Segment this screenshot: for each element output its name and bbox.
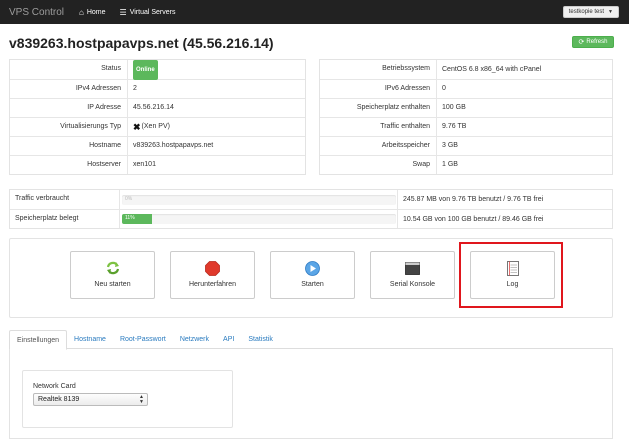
page-title: v839263.hostpapavps.net (45.56.216.14) (9, 35, 274, 51)
refresh-icon: ⟳ (578, 39, 585, 46)
disk-usage-row: Speicherplatz belegt 11% 10.54 GB von 10… (10, 209, 612, 228)
status-badge: Online (133, 59, 158, 80)
virtualization-type: (Xen PV) (141, 123, 170, 130)
network-card-label: Network Card (33, 383, 76, 390)
info-value: xen101 (133, 161, 156, 168)
shutdown-button[interactable]: Herunterfahren (170, 251, 255, 299)
tab-root-passwort[interactable]: Root-Passwort (113, 330, 173, 349)
usage-text: 245.87 MB von 9.76 TB benutzt / 9.76 TB … (403, 196, 544, 203)
start-button[interactable]: Starten (270, 251, 355, 299)
settings-tabs: Einstellungen Hostname Root-Passwort Net… (9, 330, 613, 350)
user-menu[interactable]: testkopie test ▼ (562, 6, 619, 18)
progress-text: 11% (125, 215, 135, 221)
nav-home[interactable]: ⌂ Home (79, 8, 106, 17)
info-key: Speicherplatz enthalten (320, 99, 437, 117)
info-key: Betriebssystem (320, 60, 437, 79)
info-value: 45.56.216.14 (133, 104, 174, 111)
usage-label: Speicherplatz belegt (10, 210, 120, 228)
info-key: Swap (320, 156, 437, 174)
network-card-select[interactable]: Realtek 8139 ▲ ▼ (33, 393, 148, 406)
start-label: Starten (301, 281, 324, 288)
table-row: Swap 1 GB (320, 155, 612, 174)
info-value: 2 (133, 85, 137, 92)
restart-icon (106, 260, 120, 276)
brand[interactable]: VPS Control (9, 7, 71, 18)
disk-progress-bar: 11% (122, 214, 396, 224)
settings-panel: Network Card Realtek 8139 ▲ ▼ (9, 349, 613, 439)
select-arrows-icon: ▲ ▼ (139, 394, 144, 405)
server-info-table: Status Online IPv4 Adressen 2 IP Adresse… (9, 59, 306, 175)
tab-api[interactable]: API (216, 330, 241, 349)
table-row: Virtualisierungs Typ ✖ (Xen PV) (10, 117, 305, 136)
log-highlight-box (459, 242, 563, 308)
table-row: Speicherplatz enthalten 100 GB (320, 98, 612, 117)
table-row: Status Online (10, 59, 305, 80)
info-key: IPv6 Adressen (320, 80, 437, 98)
info-key: Hostserver (10, 156, 128, 174)
list-icon: ☰ (119, 7, 127, 17)
nav-virtual-servers[interactable]: ☰ Virtual Servers (120, 8, 176, 17)
console-icon (405, 260, 420, 276)
info-value: ✖ (Xen PV) (128, 118, 170, 136)
refresh-label: Refresh (586, 39, 608, 45)
info-value: 1 GB (442, 161, 458, 168)
table-row: IPv4 Adressen 2 (10, 79, 305, 98)
info-value: 100 GB (442, 104, 466, 111)
usage-table: Traffic verbraucht 0% 245.87 MB von 9.76… (9, 189, 613, 229)
table-row: Traffic enthalten 9.76 TB (320, 117, 612, 136)
table-row: Betriebssystem CentOS 6.8 x86_64 with cP… (320, 60, 612, 79)
info-value: v839263.hostpapavps.net (133, 142, 214, 149)
serial-console-label: Serial Konsole (389, 281, 436, 288)
info-value: CentOS 6.8 x86_64 with cPanel (442, 65, 542, 73)
usage-text: 10.54 GB von 100 GB benutzt / 89.46 GB f… (403, 215, 544, 223)
restart-button[interactable]: Neu starten (70, 251, 155, 299)
info-key: Traffic enthalten (320, 118, 437, 136)
info-key: Arbeitsspeicher (320, 137, 437, 155)
tab-einstellungen[interactable]: Einstellungen (9, 330, 68, 350)
nav-home-label: Home (86, 8, 106, 16)
info-key: Hostname (10, 137, 128, 155)
progress-text: 0% (125, 195, 133, 202)
navbar: VPS Control ⌂ Home ☰ Virtual Servers tes… (0, 0, 629, 24)
table-row: IP Adresse 45.56.216.14 (10, 98, 305, 117)
info-key: Status (10, 60, 128, 79)
xen-logo-icon: ✖ (133, 122, 141, 132)
resources-info-table: Betriebssystem CentOS 6.8 x86_64 with cP… (319, 59, 613, 175)
table-row: Hostname v839263.hostpapavps.net (10, 136, 305, 155)
usage-bar-cell: 11% (120, 210, 398, 228)
traffic-progress-bar: 0% (122, 194, 396, 205)
refresh-button[interactable]: ⟳ Refresh (572, 36, 614, 48)
tab-statistik[interactable]: Statistik (241, 330, 280, 349)
table-row: IPv6 Adressen 0 (320, 79, 612, 98)
network-card-group: Network Card Realtek 8139 ▲ ▼ (22, 370, 233, 428)
nav-virtual-servers-label: Virtual Servers (129, 8, 176, 16)
serial-console-button[interactable]: Serial Konsole (370, 251, 455, 299)
table-row: Hostserver xen101 (10, 155, 305, 174)
table-row: Arbeitsspeicher 3 GB (320, 136, 612, 155)
info-value: 0 (442, 85, 446, 92)
usage-bar-cell: 0% (120, 190, 398, 209)
caret-down-icon: ▼ (608, 9, 613, 15)
info-key: IP Adresse (10, 99, 128, 117)
shutdown-label: Herunterfahren (188, 281, 237, 288)
restart-label: Neu starten (94, 281, 131, 288)
play-icon (305, 260, 320, 276)
user-menu-label: testkopie test (568, 9, 605, 15)
traffic-usage-row: Traffic verbraucht 0% 245.87 MB von 9.76… (10, 190, 612, 209)
info-value: 3 GB (442, 142, 458, 149)
usage-label: Traffic verbraucht (10, 190, 120, 209)
home-icon: ⌂ (79, 7, 84, 17)
tab-hostname[interactable]: Hostname (67, 330, 113, 349)
info-key: IPv4 Adressen (10, 80, 128, 98)
info-value: Online (128, 59, 158, 80)
network-card-value: Realtek 8139 (38, 396, 80, 403)
stop-icon (205, 260, 220, 276)
info-key: Virtualisierungs Typ (10, 118, 128, 136)
tab-netzwerk[interactable]: Netzwerk (173, 330, 216, 349)
info-value: 9.76 TB (442, 123, 467, 130)
